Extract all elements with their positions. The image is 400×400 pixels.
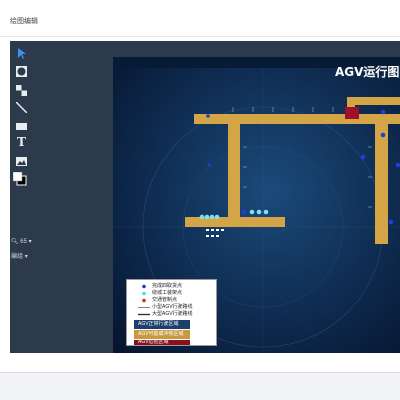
legend-box-danger: AGV危险区域 — [134, 340, 190, 345]
track-main-horizontal — [194, 114, 400, 124]
legend-row: 交通管制点 — [127, 297, 216, 304]
station-dot — [207, 163, 211, 167]
page-title: 绘图编辑 — [10, 18, 38, 25]
marker — [211, 235, 214, 237]
color-swatch-icon[interactable] — [13, 172, 27, 186]
marker — [216, 229, 219, 231]
track-vertical-left — [228, 124, 240, 224]
blue-dot-icon — [142, 284, 146, 289]
cyan-station-dot — [249, 209, 255, 215]
track-upper-right — [347, 97, 400, 105]
drawing-canvas[interactable]: AGV运行图 完成四取货点 绕城工装架点 交通管制点 小型AGV行驶路线 大型A… — [113, 57, 400, 353]
legend-label: 交通管制点 — [152, 297, 178, 303]
red-dot-icon — [142, 298, 146, 303]
cyan-dot-icon — [142, 291, 146, 296]
legend-row: 大型AGV行驶路线 — [127, 311, 216, 318]
zoom-control[interactable]: 🔍︎ 65 ▾ — [11, 238, 32, 245]
thin-line-icon — [138, 307, 150, 308]
marker — [216, 235, 219, 237]
thick-line-icon — [138, 313, 150, 316]
rectangle-icon[interactable] — [16, 121, 27, 132]
map-title: AGV运行图 — [335, 65, 400, 79]
chevron-down-icon: ▾ — [28, 239, 32, 245]
station-dot — [380, 132, 386, 138]
drawing-editor: T 🔍︎ 65 ▾ 编组 ▾ AGV运行图 完成四取货点 绕城工装架点 交通管制… — [10, 41, 400, 353]
legend-row: 绕城工装架点 — [127, 290, 216, 297]
zoom-value: 65 — [20, 239, 27, 245]
legend-box-normal: AGV正常行驶区域 — [134, 320, 190, 329]
station-dot — [380, 109, 386, 115]
map-legend: 完成四取货点 绕城工装架点 交通管制点 小型AGV行驶路线 大型AGV行驶路线 — [126, 279, 217, 346]
chevron-down-icon: ▾ — [24, 254, 28, 260]
layer-label: 编组 — [11, 254, 24, 260]
legend-label: 小型AGV行驶路线 — [152, 304, 193, 310]
cyan-station-dot — [204, 214, 210, 220]
layer-dropdown[interactable]: 编组 ▾ — [11, 251, 28, 260]
legend-box-conflict: AGV可能或冲突区域 — [134, 330, 190, 339]
track-vertical-right — [375, 124, 388, 244]
station-dot — [388, 219, 394, 225]
cursor-arrow-icon[interactable] — [16, 48, 27, 59]
ellipse-icon[interactable] — [16, 66, 27, 77]
toolbar: T 🔍︎ 65 ▾ 编组 ▾ — [10, 41, 32, 353]
line-icon[interactable] — [16, 102, 27, 113]
legend-label: 绕城工装架点 — [152, 290, 183, 296]
panel-header: 绘图编辑 — [0, 0, 400, 37]
station-dot — [206, 114, 210, 118]
marker — [206, 235, 209, 237]
legend-row: 完成四取货点 — [127, 283, 216, 290]
red-block — [345, 107, 359, 119]
marker — [206, 229, 209, 231]
legend-row: 小型AGV行驶路线 — [127, 304, 216, 311]
station-dot — [360, 154, 366, 160]
cyan-station-dot — [263, 209, 269, 215]
legend-label: 完成四取货点 — [152, 283, 183, 289]
marker — [221, 229, 224, 231]
track-lower-horizontal — [185, 217, 285, 227]
legend-label: 大型AGV行驶路线 — [152, 311, 193, 317]
image-icon[interactable] — [16, 156, 27, 167]
zoom-icon: 🔍︎ — [11, 239, 19, 245]
text-icon[interactable]: T — [16, 136, 27, 148]
editor-panel: 绘图编辑 T 🔍︎ 65 ▾ 编组 ▾ AGV运行图 完成四取货点 绕城工装架点… — [0, 0, 400, 373]
cyan-station-dot — [209, 214, 215, 220]
marker — [211, 229, 214, 231]
cyan-station-dot — [199, 214, 205, 220]
checker-pattern-icon[interactable] — [16, 85, 27, 96]
cyan-station-dot — [214, 214, 220, 220]
station-dot — [241, 209, 247, 215]
cyan-station-dot — [256, 209, 262, 215]
